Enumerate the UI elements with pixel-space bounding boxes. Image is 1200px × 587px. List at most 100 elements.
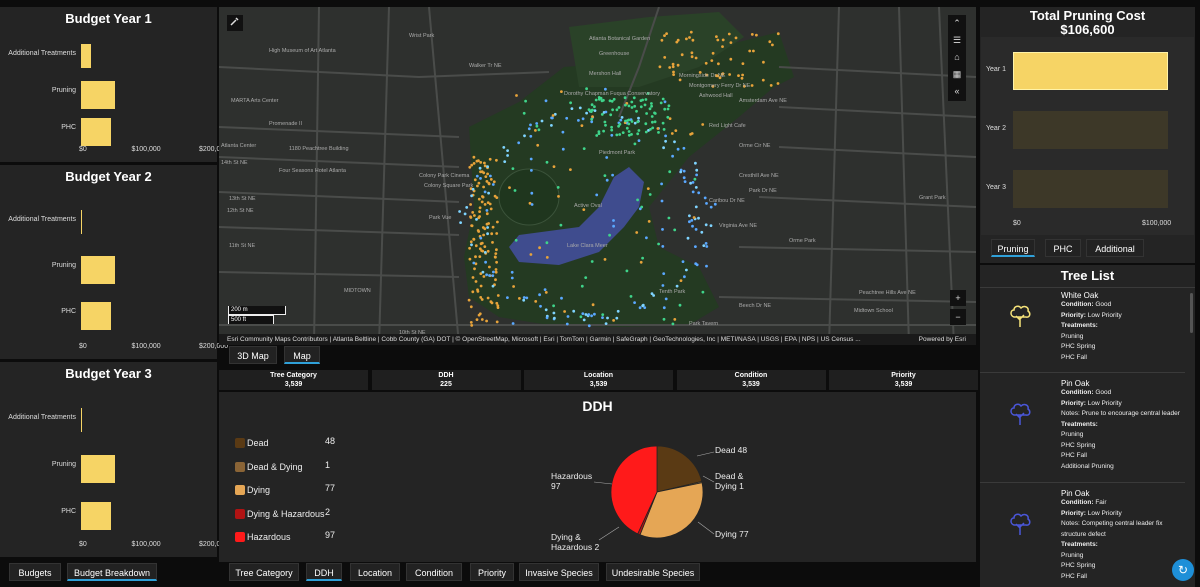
tree-point[interactable]	[690, 132, 694, 135]
tree-point[interactable]	[545, 241, 549, 245]
tree-point[interactable]	[695, 168, 699, 172]
map-view[interactable]: Wrist Park High Museum of Art Atlanta MART…	[219, 7, 976, 345]
tree-point[interactable]	[604, 110, 608, 114]
tree-point[interactable]	[605, 178, 609, 182]
tree-point[interactable]	[493, 255, 497, 259]
map-canvas[interactable]: Wrist Park High Museum of Art Atlanta MART…	[219, 7, 976, 345]
tree-point[interactable]	[481, 249, 485, 253]
tree-point[interactable]	[694, 205, 698, 209]
tree-point[interactable]	[459, 221, 462, 225]
tree-point[interactable]	[561, 147, 565, 151]
tree-point[interactable]	[755, 33, 758, 37]
tree-point[interactable]	[612, 97, 616, 101]
tree-point[interactable]	[491, 284, 495, 288]
tree-point[interactable]	[601, 313, 605, 316]
tree-point[interactable]	[627, 133, 631, 137]
tree-point[interactable]	[710, 59, 714, 62]
tree-point[interactable]	[486, 232, 489, 236]
tree-point[interactable]	[510, 276, 514, 280]
tree-point[interactable]	[620, 116, 624, 119]
tree-point[interactable]	[644, 122, 648, 126]
tree-point[interactable]	[662, 146, 665, 150]
tree-point[interactable]	[478, 247, 482, 251]
tree-point[interactable]	[561, 130, 565, 134]
tree-point[interactable]	[769, 84, 773, 87]
tree-point[interactable]	[491, 183, 495, 186]
tree-point[interactable]	[530, 191, 534, 195]
tree-point[interactable]	[704, 61, 708, 65]
tree-point[interactable]	[624, 119, 627, 123]
tree-point[interactable]	[648, 193, 652, 196]
stat-card[interactable]: Priority 3,539	[829, 370, 978, 390]
tree-point[interactable]	[741, 62, 745, 65]
tree-point[interactable]	[584, 276, 588, 279]
tab-priority[interactable]: Priority	[470, 563, 514, 581]
tree-point[interactable]	[697, 191, 701, 195]
tree-point[interactable]	[717, 62, 720, 66]
tree-point[interactable]	[540, 119, 544, 123]
tree-point[interactable]	[750, 84, 754, 87]
tree-point[interactable]	[647, 220, 651, 223]
tree-point[interactable]	[694, 161, 697, 165]
tree-point[interactable]	[477, 181, 481, 185]
tree-point[interactable]	[545, 160, 549, 164]
tree-point[interactable]	[591, 303, 595, 307]
tree-point[interactable]	[604, 322, 608, 325]
tree-point[interactable]	[476, 229, 480, 232]
tree-point[interactable]	[496, 220, 499, 224]
tree-point[interactable]	[750, 33, 754, 36]
tree-point[interactable]	[776, 32, 780, 36]
tree-point[interactable]	[661, 228, 664, 231]
tree-point[interactable]	[491, 241, 494, 244]
tree-point[interactable]	[604, 123, 607, 127]
tree-point[interactable]	[481, 195, 485, 199]
tree-point[interactable]	[496, 294, 500, 297]
stat-card[interactable]: Condition 3,539	[676, 370, 826, 390]
tree-point[interactable]	[471, 290, 475, 294]
tree-point[interactable]	[594, 98, 598, 102]
tree-point[interactable]	[615, 316, 619, 320]
tree-point[interactable]	[650, 292, 654, 295]
tree-point[interactable]	[691, 181, 695, 184]
tree-point[interactable]	[570, 107, 574, 110]
tree-point[interactable]	[690, 51, 694, 55]
tree-point[interactable]	[506, 149, 509, 153]
tree-point[interactable]	[537, 128, 541, 132]
tree-point[interactable]	[495, 320, 499, 324]
tree-point[interactable]	[493, 194, 497, 198]
tree-point[interactable]	[660, 38, 664, 42]
tree-point[interactable]	[579, 315, 583, 319]
tree-point[interactable]	[601, 316, 604, 319]
tree-point[interactable]	[694, 262, 698, 266]
tree-point[interactable]	[522, 296, 526, 299]
tree-point[interactable]	[673, 140, 676, 144]
tree-point[interactable]	[671, 65, 675, 69]
tree-point[interactable]	[591, 108, 594, 112]
tree-point[interactable]	[682, 146, 686, 150]
tree-point[interactable]	[469, 240, 473, 244]
tree-point[interactable]	[479, 284, 483, 288]
tree-point[interactable]	[664, 297, 668, 301]
tree-point[interactable]	[495, 248, 498, 252]
tree-point[interactable]	[486, 226, 489, 229]
tree-point[interactable]	[491, 225, 495, 229]
tree-point[interactable]	[473, 178, 477, 182]
tree-point[interactable]	[544, 99, 548, 103]
tree-point[interactable]	[688, 220, 691, 224]
tree-point[interactable]	[578, 106, 582, 110]
tree-point[interactable]	[587, 324, 591, 328]
tree-point[interactable]	[513, 189, 517, 192]
tree-point[interactable]	[539, 304, 542, 308]
tree-point[interactable]	[485, 222, 489, 226]
tree-point[interactable]	[729, 41, 733, 44]
tree-point[interactable]	[469, 203, 472, 206]
tree-point[interactable]	[690, 55, 694, 59]
tree-point[interactable]	[697, 216, 700, 220]
tree-point[interactable]	[525, 296, 529, 300]
tree-point[interactable]	[665, 32, 668, 35]
tree-point[interactable]	[661, 284, 665, 287]
tree-point[interactable]	[635, 231, 639, 234]
tree-point[interactable]	[721, 38, 725, 42]
tree-point[interactable]	[682, 169, 686, 173]
tree-point[interactable]	[512, 285, 515, 288]
